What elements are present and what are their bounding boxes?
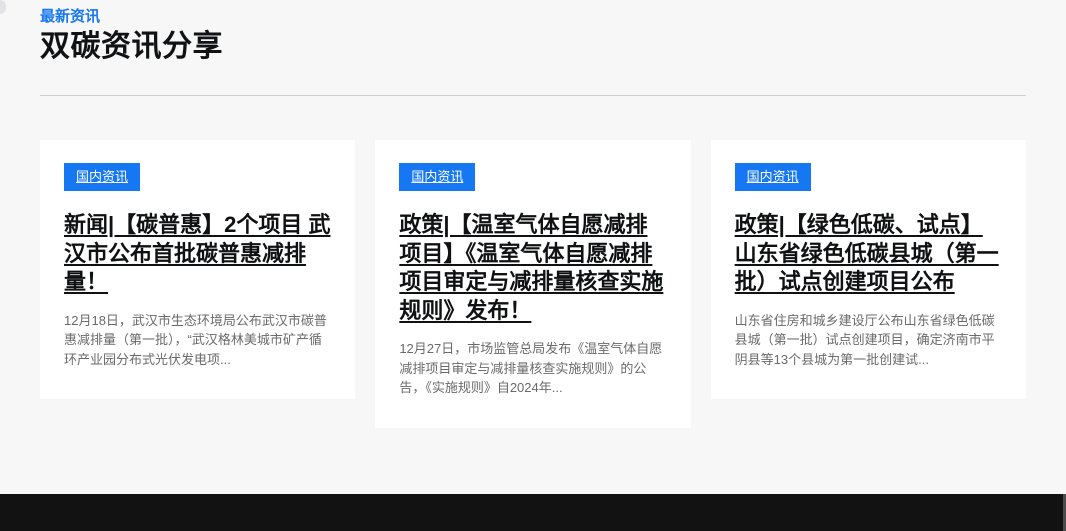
window-corner-tab xyxy=(0,0,6,14)
footer-bar xyxy=(0,494,1066,531)
news-section: 最新资讯 双碳资讯分享 国内资讯 新闻|【碳普惠】2个项目 武汉市公布首批碳普惠… xyxy=(40,0,1026,428)
news-card[interactable]: 国内资讯 政策|【绿色低碳、试点】 山东省绿色低碳县城（第一批）试点创建项目公布… xyxy=(711,140,1026,399)
news-card-title[interactable]: 政策|【绿色低碳、试点】 山东省绿色低碳县城（第一批）试点创建项目公布 xyxy=(735,211,1002,297)
page-title: 双碳资讯分享 xyxy=(40,28,1026,66)
news-card[interactable]: 国内资讯 新闻|【碳普惠】2个项目 武汉市公布首批碳普惠减排量！ 12月18日，… xyxy=(40,140,355,399)
news-card-list: 国内资讯 新闻|【碳普惠】2个项目 武汉市公布首批碳普惠减排量！ 12月18日，… xyxy=(40,140,1026,428)
news-card-excerpt: 山东省住房和城乡建设厅公布山东省绿色低碳县城（第一批）试点创建项目，确定济南市平… xyxy=(735,311,1002,370)
section-eyebrow: 最新资讯 xyxy=(40,0,1026,26)
category-badge[interactable]: 国内资讯 xyxy=(735,163,811,191)
news-card-title[interactable]: 政策|【温室气体自愿减排项目】《温室气体自愿减排项目审定与减排量核查实施规则》发… xyxy=(399,211,666,325)
news-card-excerpt: 12月27日，市场监管总局发布《温室气体自愿减排项目审定与减排量核查实施规则》的… xyxy=(399,339,666,398)
category-badge[interactable]: 国内资讯 xyxy=(64,163,140,191)
news-card-title[interactable]: 新闻|【碳普惠】2个项目 武汉市公布首批碳普惠减排量！ xyxy=(64,211,331,297)
category-badge[interactable]: 国内资讯 xyxy=(399,163,475,191)
news-card-excerpt: 12月18日，武汉市生态环境局公布武汉市碳普惠减排量（第一批），“武汉格林美城市… xyxy=(64,311,331,370)
section-divider xyxy=(40,95,1026,96)
news-card[interactable]: 国内资讯 政策|【温室气体自愿减排项目】《温室气体自愿减排项目审定与减排量核查实… xyxy=(375,140,690,428)
